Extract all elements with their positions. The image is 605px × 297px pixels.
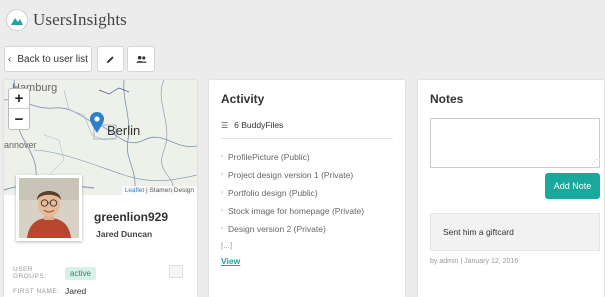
field-key: USER GROUPS: [13,266,47,280]
user-fields: USER GROUPS: active FIRST NAME: Jared [13,264,183,297]
map-zoom-control: + − [8,88,30,130]
full-name: Jared Duncan [96,229,153,239]
profile-card: Hamburg annover Berlin + − Leaflet | Sta… [4,80,197,297]
leaflet-link[interactable]: Leaflet [125,187,145,194]
map-label-hannover: annover [4,140,37,150]
item-label: Design version 2 (Private) [228,224,326,234]
users-icon [135,55,147,63]
note-meta: by admin | January 12, 2016 [430,258,519,265]
map-label-berlin: Berlin [107,123,141,138]
arrow-right-icon: › [221,154,223,160]
item-label: Portfolio design (Public) [228,188,318,198]
note-entry: Sent him a giftcard [430,213,600,251]
notes-card: Notes ⋰ Add Note Sent him a giftcard by … [418,80,604,297]
pencil-icon [106,55,114,63]
avatar [16,175,82,241]
field-key: FIRST NAME: [13,287,60,295]
field-row-user-groups: USER GROUPS: active [13,264,183,282]
arrow-right-icon: › [221,208,223,214]
activity-card: Activity ☰ 6 BuddyFiles › ProfilePicture … [209,80,405,297]
user-groups-button[interactable] [127,46,155,72]
group-badge: active [65,266,96,280]
resize-grip-icon[interactable]: ⋰ [591,158,598,166]
list-item: › Project design version 1 (Private) [221,166,393,184]
avatar-photo [19,178,79,238]
item-label: Stock image for homepage (Private) [228,206,365,216]
section-label: 6 BuddyFiles [234,120,284,130]
note-textarea[interactable]: ⋰ [430,118,600,168]
arrow-right-icon: › [221,226,223,232]
field-row-first-name: FIRST NAME: Jared [13,282,183,297]
list-item: › Portfolio design (Public) [221,184,393,202]
zoom-in-button[interactable]: + [9,89,29,109]
arrow-right-icon: › [221,190,223,196]
list-item: › Design version 2 (Private) [221,220,393,238]
map-attribution: Leaflet | Stamen Design [121,186,197,195]
username: greenlion929 [94,210,169,224]
file-list: › ProfilePicture (Public) › Project design… [221,148,393,238]
notes-title: Notes [430,92,464,106]
edit-user-button[interactable] [97,46,124,72]
chevron-left-icon: ‹ [8,53,12,65]
buddyfiles-section-header: ☰ 6 BuddyFiles [221,120,393,139]
zoom-out-button[interactable]: − [9,109,29,129]
logo-icon [6,9,28,31]
item-label: Project design version 1 (Private) [228,170,354,180]
stamen-link[interactable]: Stamen Design [150,187,194,194]
map-marker-icon[interactable] [90,112,104,134]
back-to-user-list-button[interactable]: ‹ Back to user list [4,46,92,72]
add-note-button[interactable]: Add Note [545,173,600,199]
list-item: › Stock image for homepage (Private) [221,202,393,220]
view-link[interactable]: View [221,256,240,266]
more-indicator: [...] [221,241,233,250]
edit-groups-button[interactable] [169,265,183,278]
item-label: ProfilePicture (Public) [228,152,310,162]
note-text: Sent him a giftcard [443,227,514,237]
field-value: Jared [65,286,87,296]
brand-name: UsersInsights [33,10,127,29]
arrow-right-icon: › [221,172,223,178]
brand: UsersInsights [6,6,127,34]
back-button-label: Back to user list [17,53,88,65]
activity-title: Activity [221,92,265,106]
list-item: › ProfilePicture (Public) [221,148,393,166]
list-icon: ☰ [221,120,229,130]
